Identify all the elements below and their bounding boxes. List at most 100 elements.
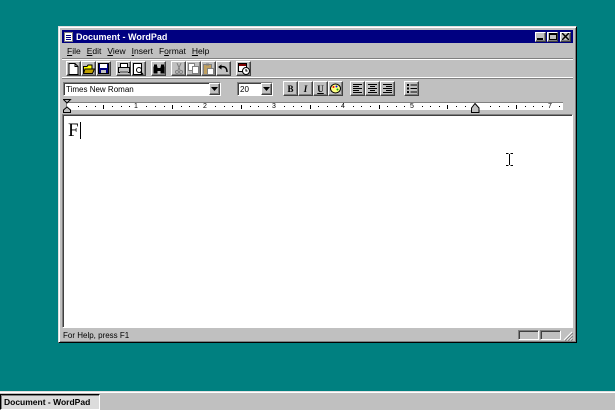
ruler-tick bbox=[249, 106, 251, 107]
document-text[interactable]: F bbox=[68, 120, 81, 142]
print-preview-icon bbox=[133, 62, 144, 75]
ruler[interactable]: 1 2 3 4 5 7 bbox=[62, 99, 573, 113]
ruler-tick bbox=[189, 106, 191, 107]
maximize-icon bbox=[548, 33, 557, 40]
font-name-dropdown-button[interactable] bbox=[209, 83, 220, 95]
menu-file[interactable]: File bbox=[64, 46, 84, 56]
menu-view[interactable]: View bbox=[104, 46, 128, 56]
ruler-tick bbox=[129, 106, 131, 107]
undo-button[interactable] bbox=[216, 61, 231, 76]
new-button[interactable] bbox=[66, 61, 81, 76]
minimize-button[interactable] bbox=[535, 31, 546, 42]
align-right-button[interactable] bbox=[380, 81, 395, 96]
ruler-tick bbox=[120, 106, 122, 107]
ruler-tick bbox=[77, 106, 79, 107]
ruler-tick bbox=[284, 106, 285, 107]
insert-datetime-button[interactable] bbox=[236, 61, 251, 76]
font-size-value: 20 bbox=[240, 84, 249, 94]
save-button[interactable] bbox=[96, 61, 111, 76]
binoculars-icon bbox=[153, 64, 164, 73]
ruler-tick bbox=[430, 106, 432, 107]
close-button[interactable] bbox=[560, 31, 571, 42]
wordpad-app-icon[interactable] bbox=[64, 31, 73, 42]
menu-help[interactable]: Help bbox=[189, 46, 212, 56]
ruler-tick bbox=[421, 106, 423, 107]
ruler-tick bbox=[370, 106, 371, 107]
paste-button[interactable] bbox=[201, 61, 216, 76]
ruler-tick bbox=[112, 106, 113, 107]
ruler-tick bbox=[198, 106, 199, 107]
cut-button[interactable] bbox=[171, 61, 186, 76]
menu-edit[interactable]: Edit bbox=[84, 46, 105, 56]
font-name-value: Times New Roman bbox=[66, 84, 134, 94]
print-button[interactable] bbox=[116, 61, 131, 76]
ruler-tick bbox=[241, 105, 242, 109]
bullets-button[interactable] bbox=[404, 81, 419, 96]
ruler-tick bbox=[352, 106, 354, 107]
color-button[interactable] bbox=[328, 81, 343, 96]
format-toolbar: Times New Roman 20 B I U bbox=[62, 80, 573, 98]
align-left-icon bbox=[353, 84, 362, 93]
taskbar-button-wordpad[interactable]: Document - WordPad bbox=[0, 394, 100, 410]
bullet-list-icon bbox=[406, 84, 417, 93]
ruler-tick bbox=[533, 106, 535, 107]
align-center-icon bbox=[368, 84, 377, 93]
standard-toolbar bbox=[62, 58, 573, 78]
ruler-tick bbox=[163, 106, 165, 107]
title-bar[interactable]: Document - WordPad bbox=[62, 30, 573, 43]
print-preview-button[interactable] bbox=[131, 61, 146, 76]
ruler-tick bbox=[258, 106, 260, 107]
ruler-tick bbox=[146, 106, 148, 107]
ruler-tick bbox=[395, 106, 397, 107]
ruler-tick bbox=[292, 106, 294, 107]
ruler-tick bbox=[456, 106, 457, 107]
maximize-button[interactable] bbox=[547, 31, 558, 42]
align-right-icon bbox=[383, 84, 392, 93]
ruler-tick bbox=[559, 106, 561, 107]
document-editor[interactable]: F bbox=[62, 114, 573, 328]
font-size-combo[interactable]: 20 bbox=[237, 82, 273, 96]
underline-button[interactable]: U bbox=[313, 81, 328, 96]
ruler-tick bbox=[172, 105, 174, 109]
scissors-icon bbox=[174, 63, 183, 74]
font-name-combo[interactable]: Times New Roman bbox=[63, 82, 221, 96]
dropdown-arrow-icon bbox=[263, 87, 270, 91]
ruler-number: 3 bbox=[272, 103, 276, 110]
italic-button[interactable]: I bbox=[298, 81, 313, 96]
menu-insert[interactable]: Insert bbox=[129, 46, 156, 56]
copy-icon bbox=[188, 63, 199, 74]
find-button[interactable] bbox=[151, 61, 166, 76]
paste-clipboard-icon bbox=[203, 63, 214, 75]
status-pane-num bbox=[540, 330, 561, 340]
ruler-tick bbox=[335, 106, 337, 107]
ruler-tick bbox=[524, 106, 526, 107]
ruler-number: 7 bbox=[548, 103, 552, 110]
bold-button[interactable]: B bbox=[283, 81, 298, 96]
menu-bar: File Edit View Insert Format Help bbox=[62, 44, 573, 57]
menu-format[interactable]: Format bbox=[156, 46, 189, 56]
align-left-button[interactable] bbox=[350, 81, 365, 96]
open-button[interactable] bbox=[81, 61, 96, 76]
dropdown-arrow-icon bbox=[211, 87, 218, 91]
left-indent-marker-icon[interactable] bbox=[63, 99, 72, 113]
ruler-tick bbox=[361, 106, 363, 107]
ruler-tick bbox=[266, 106, 268, 107]
ruler-tick bbox=[499, 106, 500, 107]
color-palette-icon bbox=[330, 83, 341, 94]
ruler-tick bbox=[464, 106, 466, 107]
ruler-tick bbox=[309, 105, 311, 109]
ruler-tick bbox=[180, 106, 182, 107]
window-title: Document - WordPad bbox=[76, 31, 168, 42]
ruler-tick bbox=[94, 106, 96, 107]
font-size-dropdown-button[interactable] bbox=[261, 83, 272, 95]
undo-arrow-icon bbox=[218, 64, 228, 73]
align-center-button[interactable] bbox=[365, 81, 380, 96]
save-disk-icon bbox=[98, 63, 109, 74]
status-bar: For Help, press F1 bbox=[62, 329, 573, 341]
ruler-tick bbox=[447, 105, 449, 109]
open-folder-icon bbox=[82, 64, 95, 74]
resize-grip-icon[interactable] bbox=[563, 331, 573, 341]
copy-button[interactable] bbox=[186, 61, 201, 76]
status-help-text: For Help, press F1 bbox=[63, 330, 130, 340]
right-indent-marker-icon[interactable] bbox=[471, 103, 480, 113]
